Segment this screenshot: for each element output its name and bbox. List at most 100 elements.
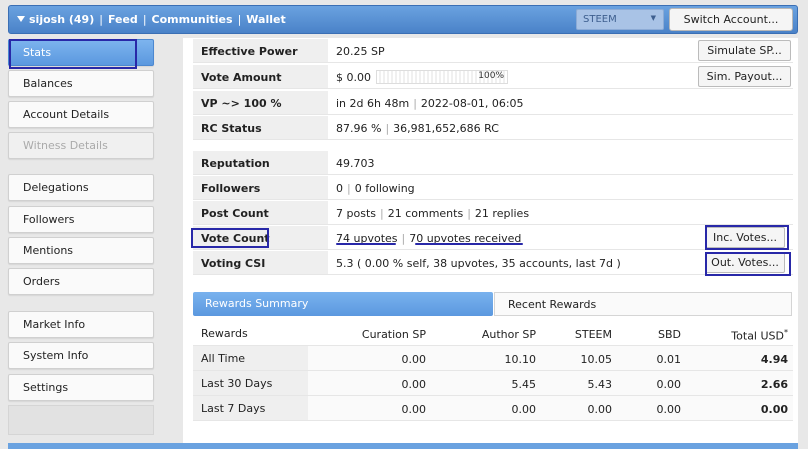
replies-count: 21 replies — [474, 207, 530, 220]
sidebar-item-followers[interactable]: Followers — [8, 206, 154, 233]
row-followers: Followers 0 | 0 following — [193, 176, 793, 200]
nav-wallet-link[interactable]: Wallet — [246, 13, 285, 26]
row-label: Voting CSI — [193, 251, 328, 274]
row-value: 20.25 SP — [336, 45, 385, 58]
cell-sbd: 0.01 — [656, 353, 682, 366]
row-label: Last 7 Days — [193, 396, 308, 420]
out-votes-highlight-box — [705, 252, 791, 276]
nav-separator: | — [142, 13, 147, 26]
tab-recent-rewards[interactable]: Recent Rewards — [494, 292, 792, 316]
posts-count: 7 posts — [336, 207, 376, 220]
row-value: $ 0.00 — [336, 71, 371, 84]
nav-separator: | — [237, 13, 242, 26]
vote-weight-percent: 100% — [478, 71, 504, 81]
table-row: Last 30 Days 0.00 5.45 5.43 0.00 2.66 — [193, 371, 793, 396]
upvotes-received-underline — [415, 243, 523, 245]
sidebar-item-account-details[interactable]: Account Details — [8, 101, 154, 128]
switch-account-button[interactable]: Switch Account... — [669, 8, 793, 31]
sidebar-item-witness-details: Witness Details — [8, 132, 154, 159]
nav-separator: | — [99, 13, 103, 26]
header-total-usd-label: Total USD — [731, 329, 784, 343]
cell-steem: 5.43 — [587, 378, 613, 391]
row-rc-status: RC Status 87.96 % | 36,981,652,686 RC — [193, 116, 793, 140]
tab-rewards-summary[interactable]: Rewards Summary — [193, 292, 493, 316]
total-usd-footnote-marker: * — [784, 328, 788, 337]
cell-curation-sp: 0.00 — [401, 353, 427, 366]
header-sbd: SBD — [658, 328, 681, 341]
table-row: All Time 0.00 10.10 10.05 0.01 4.94 — [193, 346, 793, 371]
followers-count: 0 — [336, 182, 343, 195]
chain-select-value: STEEM — [583, 14, 617, 25]
row-background — [308, 371, 793, 395]
row-label: Reputation — [193, 151, 328, 174]
row-voting-csi: Voting CSI 5.3 ( 0.00 % self, 38 upvotes… — [193, 251, 793, 275]
row-value: 49.703 — [336, 157, 375, 170]
bottom-bar — [8, 443, 798, 449]
vote-weight-slider[interactable]: 100% — [376, 70, 508, 84]
vp-eta: in 2d 6h 48m — [336, 97, 410, 110]
sim-payout-button[interactable]: Sim. Payout... — [698, 66, 791, 87]
cell-total-usd: 4.94 — [760, 353, 788, 366]
row-vp: VP ~> 100 % in 2d 6h 48m | 2022-08-01, 06:… — [193, 91, 793, 115]
sidebar-item-delegations[interactable]: Delegations — [8, 174, 154, 201]
cell-total-usd: 2.66 — [760, 378, 788, 391]
header-total-usd: Total USD* — [731, 328, 788, 343]
rc-percent: 87.96 % — [336, 122, 382, 135]
row-label: VP ~> 100 % — [193, 91, 328, 114]
row-label: RC Status — [193, 116, 328, 139]
account-name-link[interactable]: sijosh (49) — [29, 13, 94, 26]
cell-steem: 0.00 — [587, 403, 613, 416]
sidebar-item-mentions[interactable]: Mentions — [8, 237, 154, 264]
header-author-sp: Author SP — [481, 328, 536, 341]
row-label: Post Count — [193, 201, 328, 224]
row-value: 5.3 ( 0.00 % self, 38 upvotes, 35 accoun… — [336, 257, 621, 270]
row-post-count: Post Count 7 posts | 21 comments | 21 replie… — [193, 201, 793, 225]
sidebar-item-settings[interactable]: Settings — [8, 374, 154, 401]
cell-author-sp: 10.10 — [504, 353, 537, 366]
row-background — [308, 396, 793, 420]
top-nav: sijosh (49) | Feed | Communities | Wallet — [17, 13, 286, 26]
cell-curation-sp: 0.00 — [401, 403, 427, 416]
header-rewards: Rewards — [201, 327, 248, 340]
cell-author-sp: 0.00 — [511, 403, 537, 416]
sidebar-item-market-info[interactable]: Market Info — [8, 311, 154, 338]
header-steem: STEEM — [574, 328, 612, 341]
row-label: Effective Power — [193, 39, 328, 62]
caret-down-icon[interactable] — [17, 16, 25, 22]
row-label: Last 30 Days — [193, 371, 308, 395]
vp-date: 2022-08-01, 06:05 — [420, 97, 524, 110]
sidebar-item-orders[interactable]: Orders — [8, 268, 154, 295]
cell-sbd: 0.00 — [656, 403, 682, 416]
nav-communities-link[interactable]: Communities — [152, 13, 233, 26]
rewards-table-header: Rewards Curation SP Author SP STEEM SBD … — [193, 321, 793, 346]
following-count: 0 following — [354, 182, 415, 195]
header-curation-sp: Curation SP — [361, 328, 426, 341]
row-value: 7 posts | 21 comments | 21 replies — [336, 207, 530, 220]
sidebar-item-balances[interactable]: Balances — [8, 70, 154, 97]
simulate-sp-button[interactable]: Simulate SP... — [698, 40, 791, 61]
vote-count-highlight-box — [191, 228, 269, 248]
comments-count: 21 comments — [387, 207, 464, 220]
row-value: in 2d 6h 48m | 2022-08-01, 06:05 — [336, 97, 524, 110]
sidebar-item-system-info[interactable]: System Info — [8, 342, 154, 369]
inc-votes-highlight-box — [705, 225, 789, 250]
rc-amount: 36,981,652,686 RC — [393, 122, 499, 135]
row-value: 87.96 % | 36,981,652,686 RC — [336, 122, 499, 135]
cell-curation-sp: 0.00 — [401, 378, 427, 391]
upvotes-underline — [336, 243, 396, 245]
cell-steem: 10.05 — [580, 353, 613, 366]
row-vote-count: Vote Count 74 upvotes | 70 upvotes receive… — [193, 226, 793, 250]
nav-feed-link[interactable]: Feed — [108, 13, 138, 26]
chain-select[interactable]: STEEM ▼ — [576, 9, 664, 30]
cell-author-sp: 5.45 — [511, 378, 537, 391]
cell-sbd: 0.00 — [656, 378, 682, 391]
sidebar-filler — [8, 405, 154, 435]
row-value: 0 | 0 following — [336, 182, 415, 195]
row-label: All Time — [193, 346, 308, 370]
cell-total-usd: 0.00 — [760, 403, 788, 416]
row-reputation: Reputation 49.703 — [193, 151, 793, 175]
top-bar: sijosh (49) | Feed | Communities | Wallet STEE… — [8, 5, 798, 34]
stats-highlight-box — [9, 39, 137, 69]
rewards-table: Rewards Curation SP Author SP STEEM SBD … — [193, 321, 793, 421]
table-row: Last 7 Days 0.00 0.00 0.00 0.00 0.00 — [193, 396, 793, 421]
